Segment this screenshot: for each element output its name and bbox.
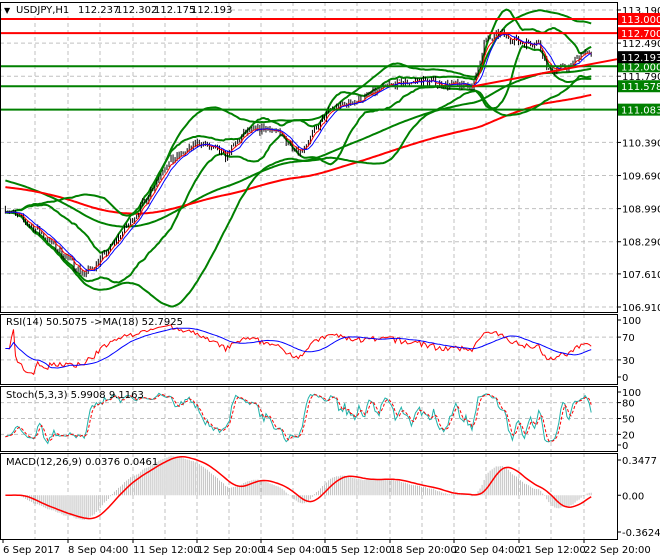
collapse-arrow-icon[interactable]: ▼: [4, 6, 11, 15]
rsi-axis-label: 100: [622, 316, 641, 327]
time-axis-label: 20 Sep 04:00: [454, 545, 521, 556]
time-axis-label: 6 Sep 2017: [3, 545, 60, 556]
price-axis-label: 106.910: [622, 303, 660, 314]
level-price-tag: 113.000: [621, 15, 660, 26]
price-axis-label: 108.990: [622, 205, 660, 216]
current-price-tag: 112.193: [621, 53, 660, 64]
rsi-label: RSI(14) 50.5075 ->MA(18) 52.7925: [6, 317, 183, 328]
close-value: 112.193: [191, 5, 232, 16]
bollinger-lower-band: [5, 77, 592, 308]
macd-axis-label: 0.00: [622, 491, 644, 502]
bollinger-upper-band: [5, 8, 592, 254]
price-axis-label: 109.690: [622, 172, 660, 183]
low-value: 112.175: [154, 5, 195, 16]
high-value: 112.302: [116, 5, 157, 16]
stoch-axis-label: 100: [622, 388, 641, 399]
trendline[interactable]: [471, 58, 618, 88]
macd-axis-label: 0.3477: [622, 456, 657, 467]
chart-window: 113.190 112.490 111.790 110.390 109.690 108.9…: [0, 0, 660, 560]
price-chart[interactable]: 113.190112.490111.790110.390109.690108.9…: [0, 0, 660, 560]
time-axis-label: 18 Sep 20:00: [390, 545, 457, 556]
price-axis-label: 107.610: [622, 270, 660, 281]
main-panel: [0, 8, 618, 308]
time-axis-label: 21 Sep 12:00: [519, 545, 586, 556]
stoch-axis-label: 80: [622, 399, 635, 410]
stoch-axis-label: 0: [622, 441, 628, 452]
time-axis-label: 15 Sep 12:00: [325, 545, 392, 556]
stoch-axis-label: 20: [622, 430, 635, 441]
bollinger-upper-band: [5, 9, 592, 217]
rsi-panel: [0, 324, 617, 376]
rsi-ma-line: [5, 327, 592, 369]
open-value: 112.237: [78, 5, 119, 16]
time-axis-label: 11 Sep 12:00: [133, 545, 200, 556]
level-price-tag: 111.578: [621, 82, 660, 93]
level-price-tag: 111.083: [621, 106, 660, 117]
time-axis-label: 12 Sep 20:00: [197, 545, 264, 556]
header: ▼ USDJPY,H1 112.237 112.302 112.175 112.…: [2, 3, 232, 16]
time-axis-label: 22 Sep 20:00: [584, 545, 651, 556]
stoch-axis-label: 50: [622, 415, 635, 426]
symbol-label: USDJPY,H1: [16, 5, 69, 16]
time-axis-label: 8 Sep 04:00: [68, 545, 128, 556]
macd-axis-label: -0.3624: [622, 528, 660, 539]
rsi-axis-label: 0: [622, 373, 628, 384]
rsi-axis-label: 70: [622, 333, 635, 344]
macd-label: MACD(12,26,9) 0.0376 0.0461: [6, 457, 158, 468]
price-axis-label: 108.290: [622, 238, 660, 249]
level-price-tag: 112.700: [621, 29, 660, 40]
price-axis-label: 110.390: [622, 138, 660, 149]
rsi-axis-label: 30: [622, 356, 635, 367]
price-axis-label: 112.490: [622, 39, 660, 50]
stoch-label: Stoch(5,3,3) 5.9908 9.1163: [6, 390, 144, 401]
time-axis-label: 14 Sep 04:00: [261, 545, 328, 556]
